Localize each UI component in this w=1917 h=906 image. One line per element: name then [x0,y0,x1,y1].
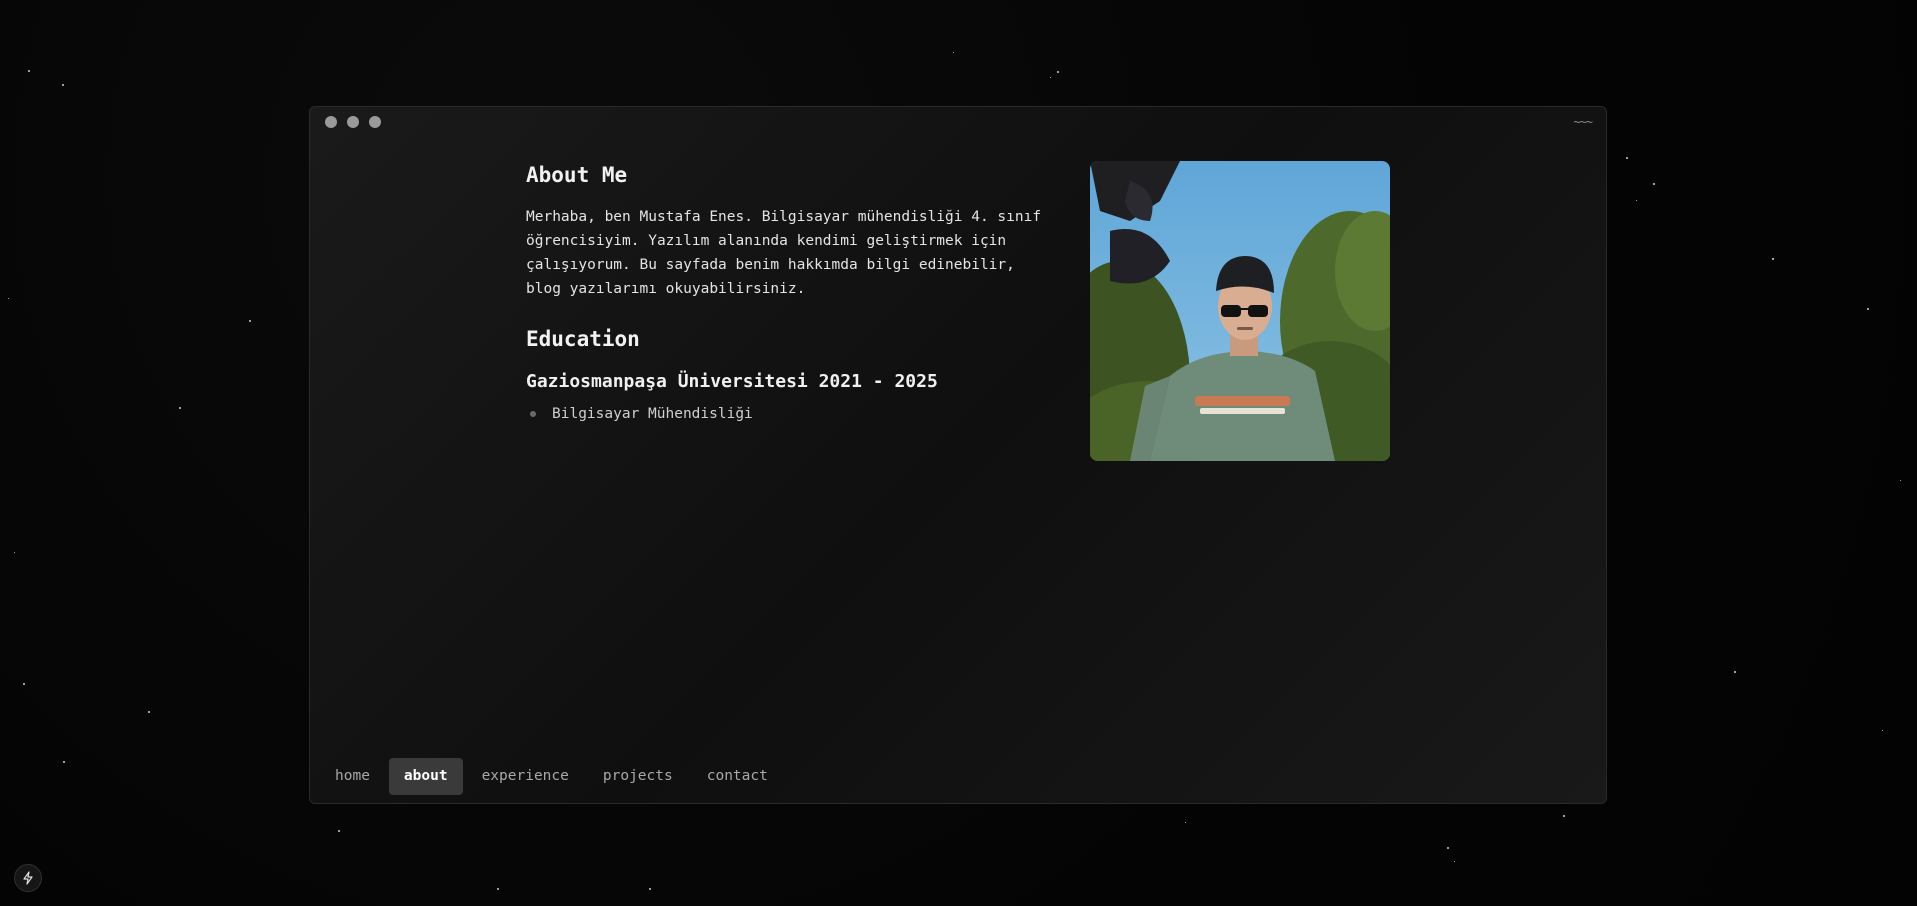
window-corner-mark: ~~~ [1573,115,1593,129]
degree-label: Bilgisayar Mühendisliği [552,406,753,422]
bottom-nav: home about experience projects contact [320,758,783,795]
about-heading: About Me [526,163,628,187]
nav-about[interactable]: about [388,758,463,795]
bolt-icon [23,871,33,885]
bullet-icon [530,411,536,417]
window-maximize-button[interactable] [369,116,381,128]
about-section: About Me Merhaba, ben Mustafa Enes. Bilg… [526,163,1056,422]
school-title: Gaziosmanpaşa Üniversitesi 2021 - 2025 [526,371,938,392]
about-paragraph: Merhaba, ben Mustafa Enes. Bilgisayar mü… [526,209,1042,297]
nav-home[interactable]: home [320,758,385,795]
list-item: Bilgisayar Mühendisliği [526,406,1056,422]
education-heading: Education [526,327,640,351]
profile-photo [1090,161,1390,461]
nav-contact[interactable]: contact [692,758,783,795]
terminal-window: ~~~ About Me Merhaba, ben Mustafa Enes. … [309,106,1607,804]
window-controls [325,116,381,128]
window-minimize-button[interactable] [347,116,359,128]
bolt-button[interactable] [14,864,42,892]
nav-projects[interactable]: projects [588,758,688,795]
window-close-button[interactable] [325,116,337,128]
nav-experience[interactable]: experience [467,758,584,795]
